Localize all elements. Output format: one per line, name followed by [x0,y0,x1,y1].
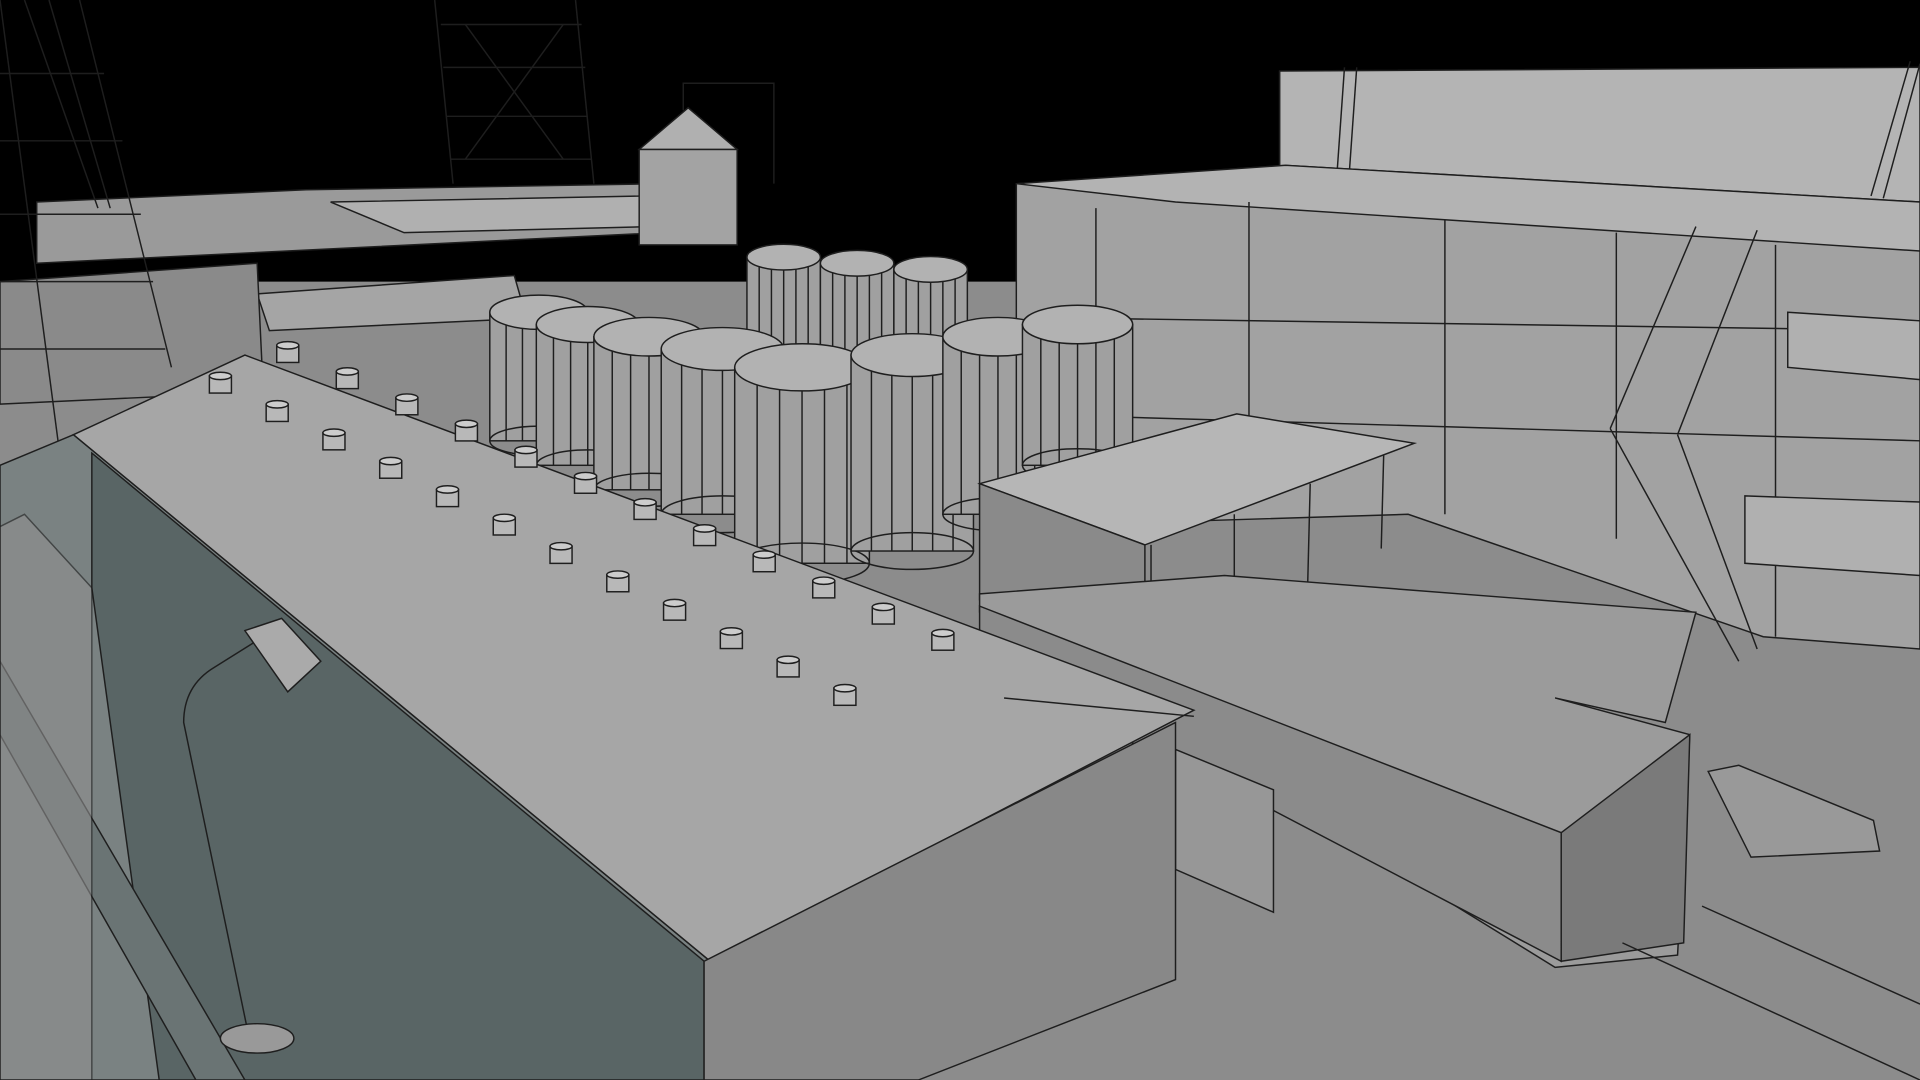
roof-vent [514,445,538,468]
roof-vent [606,570,630,593]
roof-vent [454,419,479,442]
roof-vent [692,524,717,547]
roof-vent [322,428,346,451]
roof-vent [276,340,300,364]
roof-vent [549,541,573,565]
roof-vent [492,513,517,536]
roof-vent [719,626,744,650]
roof-vent [378,456,403,479]
roof-vent [833,683,857,707]
roof-vent [208,371,233,394]
roof-vent [776,655,800,678]
roof-vent [395,393,419,416]
roof-vent [573,471,598,494]
roof-vent [435,485,460,508]
roof-vent [811,576,836,599]
roof-vent [335,367,360,390]
roof-vent [633,497,657,521]
roof-vent [752,550,776,573]
roof-vent [871,602,896,625]
viewport-3d-scene[interactable] [0,0,1920,1080]
roof-vent [931,628,955,651]
roof-vent [662,598,687,621]
roof-vent [265,399,289,423]
